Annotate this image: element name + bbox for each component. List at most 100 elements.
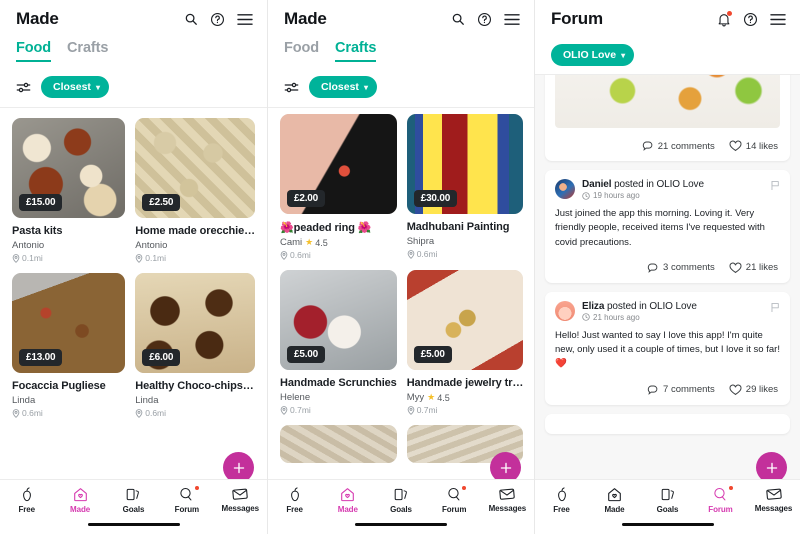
header-actions	[184, 12, 253, 27]
seller-name: Antonio	[135, 240, 168, 251]
seller-name: Antonio	[12, 240, 45, 251]
nav-label: Messages	[488, 504, 527, 513]
author-name: Eliza	[582, 300, 605, 312]
post-actions: 21 comments 14 likes	[555, 132, 780, 161]
nav-item-free[interactable]: Free	[270, 487, 320, 514]
listing-distance: 0.6mi	[280, 250, 397, 260]
pin-icon	[135, 253, 143, 263]
screen-made-crafts: Made Food Crafts Closest ▾ £2.00 🌺peaded…	[267, 0, 534, 534]
forum-group-chip[interactable]: OLIO Love ▾	[551, 44, 635, 66]
listing-grid: £15.00 Pasta kits Antonio 0.1mi £2.50 Ho…	[0, 108, 267, 418]
post-body: Just joined the app this morning. Loving…	[555, 208, 765, 248]
listing-title: Pasta kits	[12, 225, 63, 237]
listing-card-partial[interactable]	[280, 425, 397, 463]
tab-crafts[interactable]: Crafts	[67, 40, 108, 62]
forum-post[interactable]: 21 comments 14 likes	[545, 75, 790, 161]
listing-card[interactable]: £15.00 Pasta kits Antonio 0.1mi	[12, 118, 126, 263]
comments-action[interactable]: 7 comments	[647, 384, 715, 396]
tab-food[interactable]: Food	[284, 40, 319, 62]
listing-card[interactable]: £5.00 Handmade Scrunchies Helene 0.7mi	[280, 270, 397, 415]
nav-item-goals[interactable]: Goals	[643, 487, 693, 514]
listing-card[interactable]: £2.50 Home made orecchie… Antonio 0.1mi	[135, 118, 255, 263]
cards-icon	[394, 487, 408, 502]
likes-count: 29 likes	[745, 384, 778, 395]
nav-item-messages[interactable]: Messages	[749, 487, 799, 513]
listing-title: 🌺peaded ring 🌺	[280, 222, 372, 234]
seller-name: Helene	[280, 392, 311, 403]
tab-crafts[interactable]: Crafts	[335, 40, 376, 62]
menu-icon[interactable]	[504, 13, 520, 26]
distance-text: 0.6mi	[22, 408, 43, 418]
listing-card[interactable]: £6.00 Healthy Choco-chips… Linda 0.6mi	[135, 273, 255, 418]
comment-icon	[642, 140, 654, 152]
nav-item-made[interactable]: Made	[590, 487, 640, 514]
category-tabs: Food Crafts	[268, 38, 534, 68]
avatar[interactable]	[555, 300, 575, 321]
likes-action[interactable]: 29 likes	[729, 384, 778, 396]
listing-price: £2.50	[142, 194, 181, 211]
nav-item-free[interactable]: Free	[537, 487, 587, 514]
listing-card[interactable]: £30.00 Madhubani Painting Shipra 0.6mi	[406, 114, 524, 260]
seller-rating: ★ 4.5	[427, 392, 450, 403]
sort-closest-button[interactable]: Closest ▾	[309, 76, 377, 98]
nav-item-made[interactable]: Made	[55, 487, 105, 514]
chevron-down-icon: ▾	[95, 82, 100, 92]
cards-icon	[661, 487, 675, 502]
post-actions: 7 comments 29 likes	[555, 376, 780, 405]
nav-item-forum[interactable]: Forum	[429, 486, 479, 514]
author-name: Daniel	[582, 179, 612, 190]
timestamp-text: 19 hours ago	[593, 191, 640, 200]
search-icon[interactable]	[451, 12, 465, 26]
listing-price: £5.00	[413, 346, 452, 363]
filter-sliders-icon[interactable]	[16, 81, 31, 94]
forum-feed[interactable]: 21 comments 14 likes Daniel posted in OL…	[535, 75, 800, 495]
filter-sliders-icon[interactable]	[284, 81, 299, 94]
likes-count: 14 likes	[745, 140, 778, 152]
nav-item-free[interactable]: Free	[2, 487, 52, 514]
help-icon[interactable]	[743, 12, 758, 27]
forum-post-partial[interactable]	[545, 413, 790, 434]
post-header: Daniel posted in OLIO Love 19 hours ago	[555, 179, 780, 200]
comments-action[interactable]: 21 comments	[642, 140, 715, 152]
listing-seller: Helene	[280, 392, 397, 403]
listing-card[interactable]: £2.00 🌺peaded ring 🌺 Cami ★ 4.5 0.6mi	[280, 114, 397, 260]
comments-action[interactable]: 3 comments	[647, 262, 715, 274]
nav-label: Free	[553, 505, 570, 514]
likes-action[interactable]: 14 likes	[729, 140, 778, 152]
house-icon	[607, 487, 622, 502]
category-tabs: Food Crafts	[0, 38, 267, 68]
menu-icon[interactable]	[770, 13, 786, 26]
sort-closest-button[interactable]: Closest ▾	[41, 76, 109, 98]
listing-title: Handmade Scrunchies	[280, 377, 397, 389]
likes-action[interactable]: 21 likes	[729, 262, 778, 274]
listing-title: Healthy Choco-chips…	[135, 380, 254, 392]
avatar[interactable]	[555, 179, 575, 199]
listing-seller: Linda	[135, 395, 255, 406]
forum-post[interactable]: Daniel posted in OLIO Love 19 hours ago …	[545, 170, 790, 283]
report-flag-icon[interactable]	[770, 180, 780, 191]
bell-icon[interactable]	[717, 10, 732, 27]
post-meta: Daniel posted in OLIO Love 19 hours ago	[582, 179, 780, 200]
nav-item-messages[interactable]: Messages	[215, 487, 265, 513]
nav-item-forum[interactable]: Forum	[162, 486, 212, 514]
nav-item-goals[interactable]: Goals	[376, 487, 426, 514]
menu-icon[interactable]	[237, 13, 253, 26]
nav-item-made[interactable]: Made	[323, 487, 373, 514]
report-flag-icon[interactable]	[770, 302, 780, 313]
listing-card[interactable]: £5.00 Handmade jewelry tr… Myy ★ 4.5 0.7m…	[406, 270, 524, 415]
help-icon[interactable]	[477, 12, 492, 27]
listing-card[interactable]: £13.00 Focaccia Pugliese Linda 0.6mi	[12, 273, 126, 418]
help-icon[interactable]	[210, 12, 225, 27]
post-body: Hello! Just wanted to say I love this ap…	[555, 329, 780, 370]
tab-food[interactable]: Food	[16, 40, 51, 62]
forum-post[interactable]: Eliza posted in OLIO Love 21 hours ago H…	[545, 291, 790, 405]
nav-item-forum[interactable]: Forum	[696, 486, 746, 514]
nav-item-messages[interactable]: Messages	[482, 487, 532, 513]
envelope-icon	[499, 487, 516, 501]
pin-icon	[280, 250, 288, 260]
search-icon[interactable]	[184, 12, 198, 26]
nav-item-goals[interactable]: Goals	[108, 487, 158, 514]
screen-forum: Forum OLIO Love ▾ 21 comments 14 likes D…	[534, 0, 800, 534]
nav-label: Made	[70, 505, 91, 514]
app-header: Made	[268, 0, 534, 38]
